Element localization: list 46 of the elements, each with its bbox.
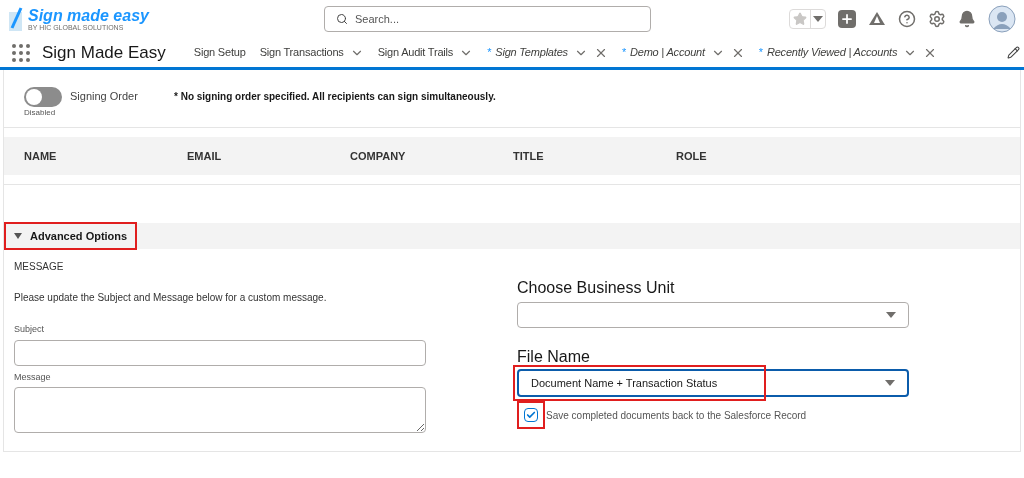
search-icon — [336, 13, 348, 25]
nav-tab[interactable]: Sign Setup — [193, 44, 246, 61]
section-heading: MESSAGE — [14, 260, 65, 274]
settings-icon[interactable] — [928, 10, 946, 28]
checkmark-icon — [526, 410, 536, 420]
toggle-state-label: Disabled — [24, 106, 56, 119]
column-header: ROLE — [676, 148, 708, 164]
app-name: Sign Made Easy — [42, 41, 166, 64]
caret-icon — [813, 16, 823, 22]
column-header: NAME — [24, 148, 58, 164]
notifications-icon[interactable] — [958, 10, 976, 28]
signing-note: * No signing order specified. All recipients can sign simultaneously. — [174, 90, 496, 104]
dropdown-caret-icon — [885, 380, 895, 386]
nav-tab[interactable]: * Demo | Account — [621, 44, 745, 61]
add-icon[interactable] — [838, 10, 856, 28]
subject-field[interactable] — [14, 339, 426, 366]
section-toggle[interactable]: Advanced Options — [6, 227, 136, 245]
nav-tab[interactable]: * Sign Templates — [487, 44, 608, 61]
checkbox-label: Save completed documents back to the Salesforce Record — [546, 408, 807, 423]
avatar-icon[interactable] — [988, 5, 1016, 33]
checkbox[interactable] — [524, 408, 538, 422]
nav-tab[interactable]: Sign Audit Trails — [377, 44, 474, 61]
nav-tab[interactable]: * Recently Viewed | Accounts — [758, 44, 938, 61]
column-header: EMAIL — [187, 148, 223, 164]
toggle-switch[interactable] — [24, 86, 62, 107]
field-label: Choose Business Unit — [517, 278, 676, 298]
message-hint: Please update the Subject and Message below for a custom message. — [14, 291, 328, 305]
file-name-dropdown[interactable]: Document Name + Transaction Status — [517, 369, 909, 397]
nav-tab[interactable]: Sign Transactions — [259, 44, 364, 61]
document-pen-icon — [8, 6, 24, 32]
column-header: TITLE — [513, 148, 545, 164]
search-field[interactable]: Search... — [324, 6, 651, 32]
toggle-label: Signing Order — [70, 89, 138, 105]
favorites-button[interactable] — [789, 9, 826, 29]
edit-icon[interactable] — [1007, 46, 1020, 59]
field-label: Message — [14, 370, 52, 384]
logo-title: Sign made easy — [28, 7, 149, 24]
field-label: Subject — [14, 323, 46, 336]
dropdown-caret-icon — [886, 312, 896, 318]
star-icon — [793, 12, 807, 26]
help-icon[interactable] — [898, 10, 916, 28]
caret-icon — [14, 233, 22, 239]
app-launcher-icon[interactable] — [12, 43, 30, 62]
field-label: File Name — [517, 347, 591, 367]
column-header: COMPANY — [350, 148, 407, 164]
message-field[interactable] — [14, 387, 426, 433]
